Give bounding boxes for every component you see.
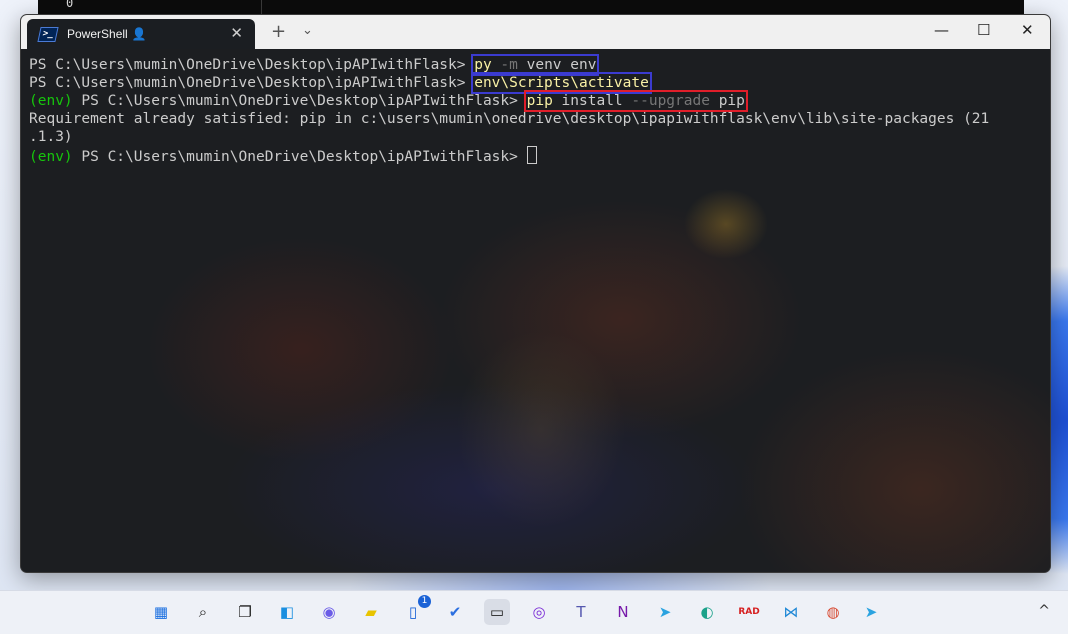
command-args: pip (709, 93, 745, 109)
chevron-down-icon[interactable]: ⌄ (302, 23, 313, 38)
terminal-line-1: PS C:\Users\mumin\OneDrive\Desktop\ipAPI… (29, 54, 600, 76)
command-flag: --upgrade (622, 93, 710, 109)
search-icon[interactable]: ⌕ (190, 599, 216, 625)
env-tag: (env) (29, 149, 73, 165)
teams-icon[interactable]: T (568, 599, 594, 625)
task-view-icon[interactable]: ❐ (232, 599, 258, 625)
highlighted-command-pip: pip install --upgrade pip (523, 90, 748, 112)
maximize-button[interactable]: ☐ (977, 21, 990, 39)
telegram-icon-2[interactable]: ➤ (858, 599, 884, 625)
command-flag: -m (491, 57, 518, 73)
telegram-icon[interactable]: ➤ (652, 599, 678, 625)
terminal-output[interactable]: PS C:\Users\mumin\OneDrive\Desktop\ipAPI… (21, 49, 1050, 572)
show-hidden-icons-button[interactable]: ^ (1038, 603, 1050, 619)
command-args: venv env (517, 57, 597, 73)
chat-icon[interactable]: ◉ (316, 599, 342, 625)
command-name: pip (526, 93, 553, 109)
tab-close-icon[interactable]: ✕ (230, 24, 243, 42)
powershell-icon: >_ (37, 26, 59, 42)
text-cursor[interactable] (526, 146, 537, 164)
rad-icon[interactable]: RAD (736, 599, 762, 625)
env-tag: (env) (29, 93, 73, 109)
edge-icon[interactable]: ◐ (694, 599, 720, 625)
title-bar[interactable]: >_ PowerShell 👤 ✕ + ⌄ — ☐ ✕ (21, 15, 1050, 49)
background-window-strip: 0 (38, 0, 1024, 14)
terminal-output-line: .1.3) (29, 129, 73, 145)
new-tab-button[interactable]: + (271, 21, 286, 42)
taskbar: ^ ▦ ⌕ ❐ ◧ ◉ ▰ ▯ 1 ✔ ▭ ◎ T N ➤ ◐ RAD ⋈ ◍ ➤ (0, 590, 1068, 634)
prompt: PS C:\Users\mumin\OneDrive\Desktop\ipAPI… (72, 149, 527, 165)
terminal-output-line: Requirement already satisfied: pip in c:… (29, 111, 990, 127)
vscode-icon[interactable]: ⋈ (778, 599, 804, 625)
terminal-icon[interactable]: ▭ (484, 599, 510, 625)
onenote-icon[interactable]: N (610, 599, 636, 625)
close-button[interactable]: ✕ (1021, 21, 1034, 39)
strip-glyph: 0 (66, 0, 74, 10)
podcast-icon[interactable]: ◎ (526, 599, 552, 625)
command-args: install (552, 93, 623, 109)
prompt: PS C:\Users\mumin\OneDrive\Desktop\ipAPI… (29, 57, 475, 73)
terminal-window[interactable]: >_ PowerShell 👤 ✕ + ⌄ — ☐ ✕ PS C:\Users\… (20, 14, 1051, 573)
widgets-icon[interactable]: ◧ (274, 599, 300, 625)
notification-badge: 1 (418, 595, 431, 608)
terminal-line-2: PS C:\Users\mumin\OneDrive\Desktop\ipAPI… (29, 72, 652, 94)
start-icon[interactable]: ▦ (148, 599, 174, 625)
terminal-line-current: (env) PS C:\Users\mumin\OneDrive\Desktop… (29, 146, 537, 166)
minimize-button[interactable]: — (934, 21, 949, 39)
highlighted-command-activate: env\Scripts\activate (471, 72, 652, 94)
terminal-line-3: (env) PS C:\Users\mumin\OneDrive\Desktop… (29, 90, 748, 112)
chrome-icon[interactable]: ◍ (820, 599, 846, 625)
admin-user-icon: 👤 (131, 27, 147, 41)
tab-title: PowerShell (67, 27, 128, 41)
tab-powershell[interactable]: >_ PowerShell 👤 ✕ (27, 19, 255, 49)
todo-icon[interactable]: ✔ (442, 599, 468, 625)
prompt: PS C:\Users\mumin\OneDrive\Desktop\ipAPI… (29, 75, 475, 91)
prompt: PS C:\Users\mumin\OneDrive\Desktop\ipAPI… (72, 93, 527, 109)
command-name: py (474, 57, 492, 73)
sticky-notes-icon[interactable]: ▰ (358, 599, 384, 625)
highlighted-command-venv: py -m venv env (471, 54, 600, 76)
divider (261, 0, 262, 14)
phone-link-icon[interactable]: ▯ 1 (400, 595, 431, 625)
